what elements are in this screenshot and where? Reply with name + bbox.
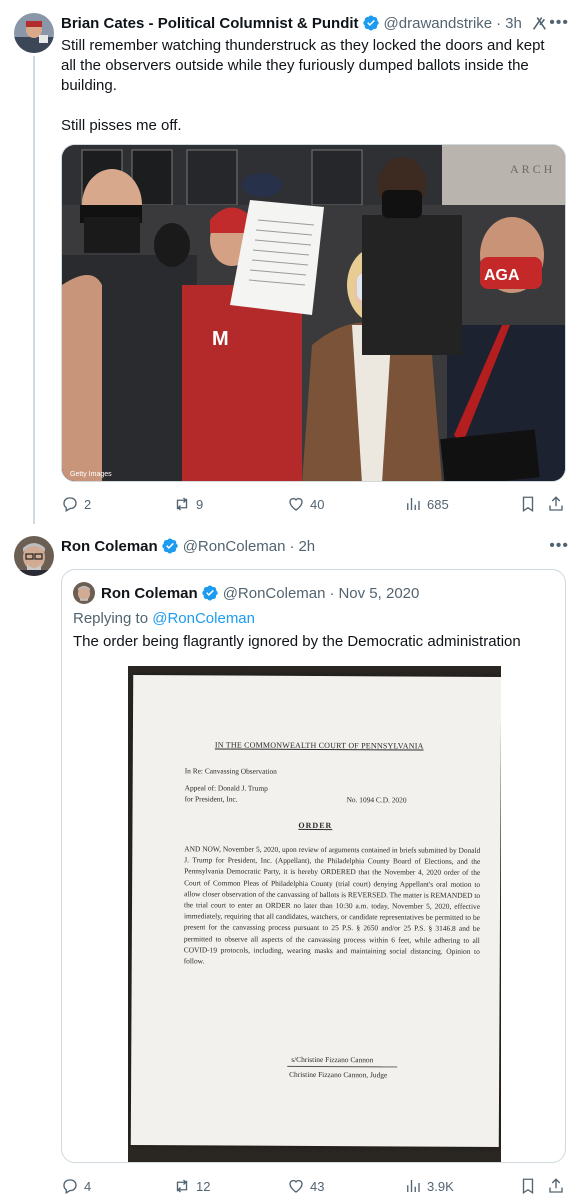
views-button[interactable]: 3.9K bbox=[404, 1177, 454, 1195]
repost-button[interactable]: 12 bbox=[173, 1177, 210, 1195]
court-order-document: IN THE COMMONWEALTH COURT OF PENNSYLVANI… bbox=[130, 675, 501, 1147]
share-button[interactable] bbox=[547, 495, 570, 513]
views-icon bbox=[407, 498, 420, 510]
share-icon bbox=[549, 1178, 563, 1193]
author-name: Ron Coleman bbox=[101, 584, 198, 602]
view-count: 685 bbox=[427, 496, 449, 512]
document-case-number: No. 1094 C.D. 2020 bbox=[346, 795, 407, 805]
avatar-image-ron-coleman bbox=[14, 536, 54, 576]
tweet-text: Still remember watching thunderstruck as… bbox=[61, 36, 545, 136]
like-count: 40 bbox=[310, 496, 325, 512]
like-button[interactable]: 43 bbox=[287, 1177, 324, 1195]
reply-count: 2 bbox=[84, 496, 92, 512]
document-in-re: In Re: Canvassing Observation bbox=[184, 766, 277, 776]
verified-badge-icon bbox=[201, 585, 218, 601]
timestamp: Nov 5, 2020 bbox=[338, 584, 420, 602]
building-sign-text: ARCH bbox=[510, 162, 555, 176]
replying-to: Replying to @RonColeman bbox=[73, 610, 255, 627]
bookmark-button[interactable] bbox=[519, 1177, 542, 1195]
signature-line bbox=[287, 1065, 398, 1068]
svg-text:M: M bbox=[212, 328, 229, 350]
bookmark-icon bbox=[522, 496, 534, 513]
document-photo[interactable]: IN THE COMMONWEALTH COURT OF PENNSYLVANI… bbox=[128, 666, 501, 1162]
document-court-heading: IN THE COMMONWEALTH COURT OF PENNSYLVANI… bbox=[214, 740, 424, 751]
quoted-tweet-text: The order being flagrantly ignored by th… bbox=[73, 633, 521, 650]
like-button[interactable]: 40 bbox=[287, 495, 324, 513]
repost-icon bbox=[176, 497, 188, 511]
protest-photo-image: ARCH M AGA bbox=[62, 145, 565, 481]
repost-button[interactable]: 9 bbox=[173, 495, 203, 513]
timestamp[interactable]: 2h bbox=[298, 538, 315, 555]
avatar[interactable] bbox=[14, 536, 54, 576]
separator: · bbox=[289, 537, 295, 555]
document-signature: s/Christine Fizzano Cannon bbox=[291, 1054, 374, 1065]
grok-icon[interactable] bbox=[530, 14, 548, 32]
replying-to-label: Replying to bbox=[73, 610, 153, 627]
mask-text: AGA bbox=[484, 267, 520, 284]
separator: · bbox=[329, 584, 335, 602]
tweet-header: Ron Coleman @RonColeman · 2h bbox=[61, 536, 315, 556]
verified-badge-icon bbox=[362, 15, 379, 31]
document-appeal: Appeal of: Donald J. Trump for President… bbox=[185, 782, 268, 805]
author-handle: @RonColeman bbox=[222, 584, 326, 602]
avatar-image-ron-coleman bbox=[73, 582, 95, 604]
bookmark-icon bbox=[522, 1178, 534, 1195]
thread-connector-line bbox=[33, 56, 35, 524]
tweet-actions: 4 12 43 3.9K bbox=[61, 1175, 573, 1197]
quoted-tweet-header: Ron Coleman @RonColeman · Nov 5, 2020 bbox=[73, 582, 419, 604]
more-icon[interactable]: ••• bbox=[549, 537, 569, 555]
like-count: 43 bbox=[310, 1178, 325, 1194]
author-handle[interactable]: @RonColeman bbox=[183, 538, 286, 555]
tweet-text-line: building. bbox=[61, 77, 117, 94]
photo-credit: Getty Images bbox=[70, 471, 112, 478]
tweet-text-line: Still pisses me off. bbox=[61, 117, 182, 134]
share-icon bbox=[549, 496, 563, 511]
like-icon bbox=[289, 497, 303, 511]
document-judge: Christine Fizzano Cannon, Judge bbox=[289, 1069, 388, 1080]
avatar-image-brian-cates bbox=[14, 13, 54, 53]
repost-count: 12 bbox=[196, 1178, 211, 1194]
document-body: AND NOW, November 5, 2020, upon review o… bbox=[183, 844, 481, 966]
reply-icon bbox=[63, 1179, 77, 1194]
more-icon[interactable]: ••• bbox=[549, 14, 569, 32]
author-name[interactable]: Brian Cates - Political Columnist & Pund… bbox=[61, 15, 359, 32]
views-button[interactable]: 685 bbox=[404, 495, 449, 513]
like-icon bbox=[289, 1179, 303, 1193]
reply-button[interactable]: 4 bbox=[61, 1177, 91, 1195]
avatar[interactable] bbox=[14, 13, 54, 53]
reply-count: 4 bbox=[84, 1178, 92, 1194]
avatar bbox=[73, 582, 95, 604]
reply-button[interactable]: 2 bbox=[61, 495, 91, 513]
quoted-tweet[interactable]: Ron Coleman @RonColeman · Nov 5, 2020 Re… bbox=[61, 569, 566, 1163]
document-order-heading: ORDER bbox=[298, 820, 333, 831]
repost-count: 9 bbox=[196, 496, 204, 512]
verified-badge-icon bbox=[161, 538, 178, 554]
author-handle[interactable]: @drawandstrike bbox=[384, 15, 493, 32]
reply-icon bbox=[63, 497, 77, 512]
document-appeal-line: Appeal of: Donald J. Trump bbox=[184, 783, 268, 793]
author-name[interactable]: Ron Coleman bbox=[61, 538, 158, 555]
share-button[interactable] bbox=[547, 1177, 570, 1195]
view-count: 3.9K bbox=[427, 1178, 454, 1194]
timestamp[interactable]: 3h bbox=[505, 15, 522, 32]
document-appeal-line: for President, Inc. bbox=[184, 794, 238, 804]
tweet-text-line: Still remember watching thunderstruck as… bbox=[61, 37, 545, 54]
views-icon bbox=[407, 1180, 420, 1192]
separator: · bbox=[496, 14, 502, 32]
tweet-header: Brian Cates - Political Columnist & Pund… bbox=[61, 13, 577, 33]
repost-icon bbox=[176, 1179, 188, 1193]
tweet-photo[interactable]: ARCH M AGA Getty Images bbox=[61, 144, 566, 482]
bookmark-button[interactable] bbox=[519, 495, 542, 513]
tweet-text-line: all the observers outside while they fur… bbox=[61, 57, 529, 74]
replying-to-handle[interactable]: @RonColeman bbox=[152, 610, 255, 627]
tweet-actions: 2 9 40 685 bbox=[61, 493, 573, 515]
